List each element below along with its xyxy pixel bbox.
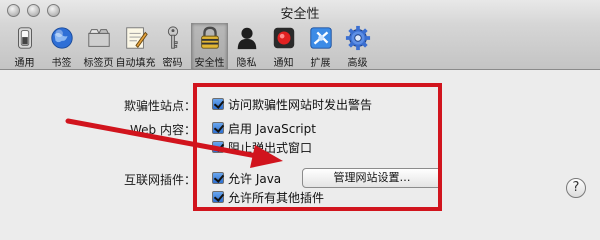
tab-passwords[interactable]: 密码 — [154, 23, 191, 69]
tab-advanced[interactable]: 高级 — [339, 23, 376, 69]
web-content-label: Web 内容： — [130, 123, 196, 137]
record-notification-icon — [273, 27, 294, 49]
general-switch-icon — [17, 27, 32, 49]
security-settings-pane: 欺骗性站点： 访问欺骗性网站时发出警告 Web 内容： 启用 JavaScrip… — [0, 71, 600, 213]
window-title: 安全性 — [280, 7, 320, 22]
tab-notifications[interactable]: 通知 — [265, 23, 302, 69]
window-titlebar: 安全性 通用 书签 标签页 自动填充 密码 安全性 隐私 通知 扩展 高级 — [0, 0, 600, 70]
padlock-icon — [200, 26, 219, 49]
tab-bookmarks[interactable]: 书签 — [43, 23, 80, 69]
globe-icon — [50, 27, 73, 49]
annotation-highlight-box — [193, 83, 442, 211]
tab-general[interactable]: 通用 — [6, 23, 43, 69]
tab-autofill[interactable]: 自动填充 — [116, 23, 156, 69]
internet-plugins-label: 互联网插件： — [123, 173, 196, 187]
help-button[interactable]: ? — [566, 178, 586, 198]
fraud-sites-label: 欺骗性站点： — [123, 99, 196, 113]
tab-tabs[interactable]: 标签页 — [80, 23, 117, 69]
puzzle-extension-icon — [309, 27, 332, 49]
person-silhouette-icon — [237, 27, 256, 50]
tabs-icon — [87, 29, 110, 47]
autofill-pencil-icon — [125, 27, 148, 49]
key-icon — [167, 26, 178, 49]
tab-security[interactable]: 安全性 — [191, 23, 228, 69]
gear-icon — [345, 25, 370, 51]
tab-extensions[interactable]: 扩展 — [302, 23, 339, 69]
tab-privacy[interactable]: 隐私 — [228, 23, 265, 69]
preferences-toolbar: 通用 书签 标签页 自动填充 密码 安全性 隐私 通知 扩展 高级 — [6, 23, 376, 69]
